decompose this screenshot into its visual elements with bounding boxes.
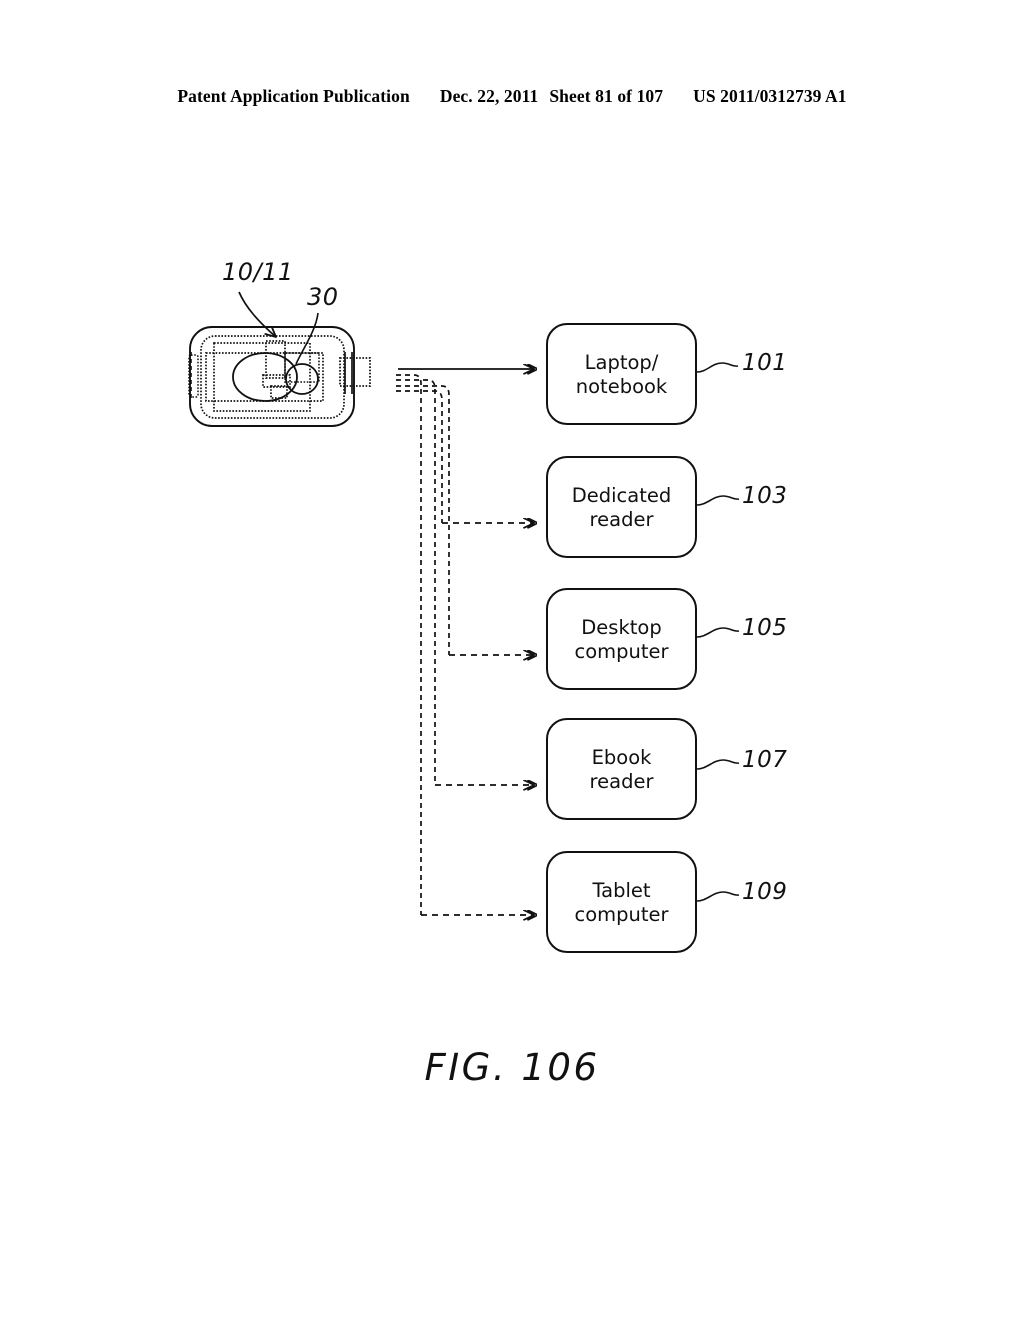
bus-rail-1 [396, 374, 422, 915]
target-box-laptop-notebook[interactable] [546, 323, 697, 425]
bus-rail-2 [396, 379, 436, 785]
leader-line-component-30 [295, 312, 319, 365]
ref-leader-103 [696, 495, 740, 506]
ref-numeral-105: 105 [742, 615, 788, 641]
ref-leader-105 [696, 627, 740, 638]
target-box-desktop-computer[interactable] [546, 588, 697, 690]
ref-numeral-107: 107 [742, 747, 788, 773]
device-lens-large [232, 352, 298, 402]
leader-arrow-device [238, 291, 276, 337]
device-lens-small [285, 363, 319, 395]
bus-rail-3 [396, 385, 450, 655]
target-box-dedicated-reader[interactable] [546, 456, 697, 558]
handheld-device-graphic [188, 326, 371, 427]
ref-leader-107 [696, 759, 740, 770]
ref-numeral-101: 101 [742, 350, 788, 376]
ref-leader-101 [696, 362, 739, 373]
figure-106: Laptop/ notebook Dedicated reader Deskto… [0, 0, 1024, 1320]
ref-numeral-103: 103 [742, 483, 788, 509]
figure-caption: FIG. 106 [424, 1046, 600, 1089]
target-box-ebook-reader[interactable] [546, 718, 697, 820]
ref-leader-109 [696, 891, 740, 902]
ref-numeral-component-30: 30 [307, 283, 339, 311]
ref-numeral-device-10-11: 10/11 [222, 258, 294, 286]
device-internal-block-upper [265, 340, 286, 379]
ref-numeral-109: 109 [742, 879, 788, 905]
target-box-tablet-computer[interactable] [546, 851, 697, 953]
figure-drawing [188, 291, 740, 953]
